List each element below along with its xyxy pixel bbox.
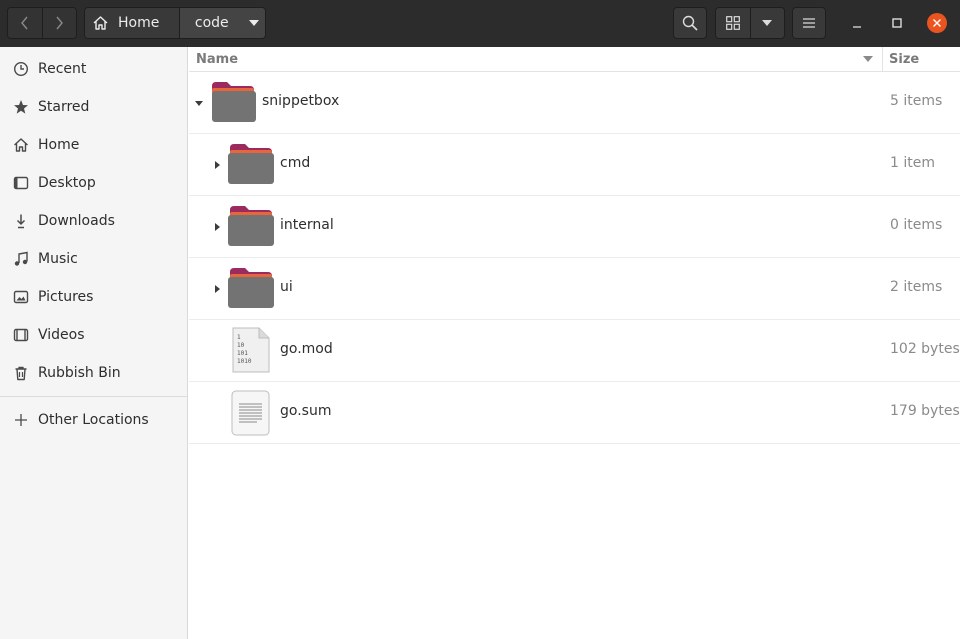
size-column-header[interactable]: Size — [889, 52, 919, 67]
expander-collapsed-icon[interactable] — [212, 160, 222, 170]
sidebar-item-label: Desktop — [38, 175, 96, 191]
file-row[interactable]: internal 0 items — [189, 196, 960, 258]
text-file-icon — [231, 390, 270, 436]
breadcrumb-home-label: Home — [118, 15, 160, 31]
home-icon — [12, 137, 29, 154]
plus-icon — [12, 412, 29, 429]
expander-collapsed-icon[interactable] — [212, 284, 222, 294]
path-bar: Home code — [84, 7, 266, 39]
sidebar-item-home[interactable]: Home — [0, 126, 188, 164]
music-note-icon — [12, 251, 29, 268]
file-list-view: Name Size snippetbox 5 items cmd 1 item — [189, 47, 960, 639]
chevron-down-icon — [762, 20, 773, 26]
file-row[interactable]: go.sum 179 bytes — [189, 382, 960, 444]
file-size: 5 items — [890, 93, 943, 109]
sidebar-item-label: Downloads — [38, 213, 115, 229]
binary-glyph: 1010 — [237, 358, 252, 365]
sidebar-item-label: Videos — [38, 327, 85, 343]
file-name: cmd — [280, 155, 311, 171]
search-button[interactable] — [673, 7, 707, 39]
sidebar-item-label: Pictures — [38, 289, 94, 305]
file-size: 2 items — [890, 279, 943, 295]
view-buttons — [715, 7, 785, 39]
sidebar-item-label: Other Locations — [38, 412, 149, 428]
minimize-button[interactable] — [847, 13, 867, 33]
column-header: Name Size — [189, 47, 960, 72]
header-bar: Home code — [0, 0, 960, 47]
icon-view-button[interactable] — [716, 8, 750, 38]
sidebar-item-videos[interactable]: Videos — [0, 316, 188, 354]
sidebar-item-rubbish-bin[interactable]: Rubbish Bin — [0, 354, 188, 392]
sidebar-item-label: Rubbish Bin — [38, 365, 121, 381]
close-icon — [933, 19, 941, 27]
hamburger-menu-icon — [803, 18, 815, 28]
menu-button[interactable] — [792, 7, 826, 39]
download-icon — [12, 213, 29, 230]
file-name: snippetbox — [262, 93, 340, 109]
binary-glyph: 1 — [237, 334, 241, 341]
forward-button[interactable] — [41, 8, 76, 38]
minimize-icon — [853, 26, 861, 28]
name-column-header[interactable]: Name — [196, 52, 238, 67]
back-button[interactable] — [8, 8, 42, 38]
search-icon — [682, 15, 698, 31]
sidebar-item-recent[interactable]: Recent — [0, 50, 188, 88]
chevron-right-icon — [56, 16, 64, 30]
file-row[interactable]: snippetbox 5 items — [189, 72, 960, 134]
home-icon — [93, 16, 108, 30]
file-size: 102 bytes — [890, 341, 960, 357]
sidebar-item-downloads[interactable]: Downloads — [0, 202, 188, 240]
sidebar-separator — [0, 396, 188, 397]
video-icon — [12, 327, 29, 344]
sidebar-item-pictures[interactable]: Pictures — [0, 278, 188, 316]
file-row[interactable]: cmd 1 item — [189, 134, 960, 196]
file-size: 179 bytes — [890, 403, 960, 419]
chevron-down-icon — [248, 20, 259, 26]
view-options-button[interactable] — [749, 8, 784, 38]
file-name: internal — [280, 217, 334, 233]
column-divider[interactable] — [882, 47, 883, 72]
sidebar-item-starred[interactable]: Starred — [0, 88, 188, 126]
desktop-icon — [12, 175, 29, 192]
folder-icon — [228, 206, 274, 246]
trash-icon — [12, 365, 29, 382]
sort-descending-icon[interactable] — [863, 56, 873, 62]
file-name: go.mod — [280, 341, 333, 357]
file-row[interactable]: 1 10 101 1010 go.mod 102 bytes — [189, 320, 960, 382]
close-button[interactable] — [927, 13, 947, 33]
sidebar-item-music[interactable]: Music — [0, 240, 188, 278]
sidebar-item-other-locations[interactable]: Other Locations — [0, 401, 188, 439]
breadcrumb-code[interactable]: code — [178, 8, 265, 38]
file-name: go.sum — [280, 403, 332, 419]
navigation-buttons — [7, 7, 77, 39]
grid-icon — [725, 16, 740, 30]
file-size: 1 item — [890, 155, 935, 171]
binary-glyph: 10 — [237, 342, 245, 349]
clock-icon — [12, 61, 29, 78]
sidebar-item-desktop[interactable]: Desktop — [0, 164, 188, 202]
binary-file-icon: 1 10 101 1010 — [232, 327, 270, 373]
file-row[interactable]: ui 2 items — [189, 258, 960, 320]
file-name: ui — [280, 279, 293, 295]
sidebar-item-label: Starred — [38, 99, 90, 115]
breadcrumb-home[interactable]: Home — [85, 8, 179, 38]
picture-icon — [12, 289, 29, 306]
folder-icon — [228, 144, 274, 184]
sidebar-item-label: Home — [38, 137, 80, 153]
breadcrumb-code-label: code — [194, 15, 229, 31]
folder-icon — [212, 82, 256, 122]
sidebar-item-label: Music — [38, 251, 78, 267]
binary-glyph: 101 — [237, 350, 248, 357]
expander-expanded-icon[interactable] — [194, 98, 204, 108]
expander-collapsed-icon[interactable] — [212, 222, 222, 232]
sidebar: Recent Starred Home Desktop Downloads Mu… — [0, 47, 188, 639]
maximize-icon — [892, 18, 902, 28]
chevron-left-icon — [20, 16, 28, 30]
sidebar-item-label: Recent — [38, 61, 87, 77]
maximize-button[interactable] — [887, 13, 907, 33]
folder-icon — [228, 268, 274, 308]
star-icon — [12, 99, 29, 116]
file-size: 0 items — [890, 217, 943, 233]
